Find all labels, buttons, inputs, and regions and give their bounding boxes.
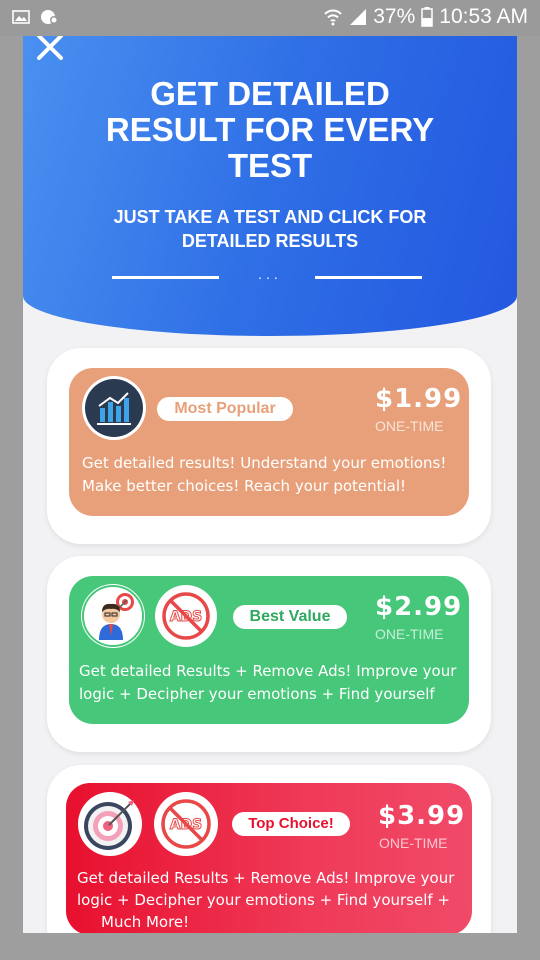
plan-description: Get detailed results! Understand your em…: [82, 452, 469, 498]
title-line: RESULT FOR EVERY: [105, 111, 435, 148]
desc-line: Get detailed results! Understand your em…: [82, 454, 447, 472]
title-line: GET DETAILED: [150, 75, 390, 112]
divider-right: [315, 276, 422, 279]
close-icon[interactable]: [33, 36, 67, 64]
purchase-panel: GET DETAILED RESULT FOR EVERY TEST JUST …: [23, 36, 517, 933]
price-period: ONE-TIME: [375, 626, 444, 642]
clock: 10:53 AM: [439, 5, 528, 28]
wifi-icon: [324, 9, 342, 26]
image-icon: [12, 10, 30, 24]
badge-best-value: Best Value: [233, 605, 347, 629]
plan-description: Get detailed Results + Remove Ads! Impro…: [79, 660, 469, 706]
battery-percent: 37%: [373, 5, 416, 28]
subtitle-line: DETAILED RESULTS: [181, 231, 359, 251]
page-title: GET DETAILED RESULT FOR EVERY TEST: [23, 76, 517, 184]
plan-card-body[interactable]: ADS Best Value $2.99 ONE-TIME Get detail…: [69, 576, 469, 724]
status-bar: 37% 10:53 AM: [0, 0, 540, 36]
price-period: ONE-TIME: [375, 418, 444, 434]
price: $1.99: [375, 384, 463, 414]
desc-line: logic + Decipher your emotions + Find yo…: [77, 891, 450, 909]
battery-icon: [421, 7, 434, 27]
subtitle-line: JUST TAKE A TEST AND CLICK FOR: [113, 207, 427, 227]
desc-line: logic + Decipher your emotions + Find yo…: [79, 685, 435, 703]
plan-card-3[interactable]: ADS Top Choice! $3.99 ONE-TIME Get detai…: [47, 765, 491, 933]
notification-icon: [41, 10, 58, 24]
price: $2.99: [375, 592, 463, 622]
header-banner: GET DETAILED RESULT FOR EVERY TEST JUST …: [23, 36, 517, 336]
plan-card-1[interactable]: Most Popular $1.99 ONE-TIME Get detailed…: [47, 348, 491, 544]
price-period: ONE-TIME: [379, 835, 448, 851]
signal-icon: [350, 9, 367, 25]
plan-card-body[interactable]: Most Popular $1.99 ONE-TIME Get detailed…: [69, 368, 469, 516]
title-line: TEST: [227, 147, 313, 184]
badge-top-choice: Top Choice!: [232, 812, 350, 836]
price: $3.99: [378, 801, 466, 831]
plan-description: Get detailed Results + Remove Ads! Impro…: [77, 867, 472, 933]
page-subtitle: JUST TAKE A TEST AND CLICK FOR DETAILED …: [23, 205, 517, 253]
divider-dots: ...: [258, 266, 282, 282]
bar-chart-icon: [82, 376, 146, 440]
desc-line: Much More!: [101, 913, 190, 931]
businessman-target-icon: [81, 584, 145, 648]
target-icon: [78, 792, 142, 856]
desc-line: Get detailed Results + Remove Ads! Impro…: [77, 869, 455, 887]
desc-line: Make better choices! Reach your potentia…: [82, 477, 407, 495]
no-ads-icon: ADS: [155, 585, 217, 647]
badge-most-popular: Most Popular: [157, 397, 293, 421]
desc-line: Get detailed Results + Remove Ads! Impro…: [79, 662, 457, 680]
plan-card-body[interactable]: ADS Top Choice! $3.99 ONE-TIME Get detai…: [66, 783, 472, 933]
no-ads-icon: ADS: [154, 792, 218, 856]
plan-card-2[interactable]: ADS Best Value $2.99 ONE-TIME Get detail…: [47, 556, 491, 752]
